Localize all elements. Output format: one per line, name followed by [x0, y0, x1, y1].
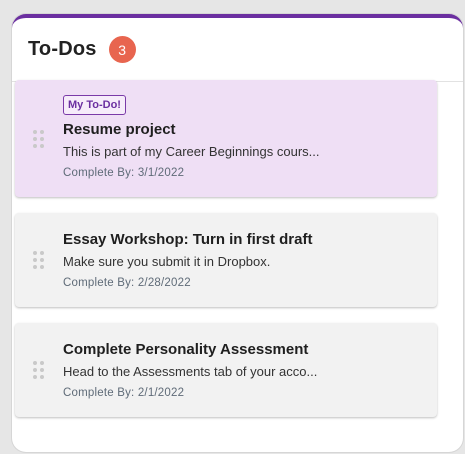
todo-description: Make sure you submit it in Dropbox. [63, 254, 271, 269]
todo-complete-by: Complete By: 3/1/2022 [63, 167, 185, 179]
todo-description: Head to the Assessments tab of your acco… [63, 364, 318, 379]
my-todo-tag: My To-Do! [63, 95, 126, 115]
todo-item[interactable]: Complete Personality Assessment Head to … [15, 323, 437, 417]
todo-list: My To-Do! Resume project This is part of… [15, 80, 437, 417]
drag-handle-icon[interactable] [33, 129, 44, 148]
todo-title: Essay Workshop: Turn in first draft [63, 231, 313, 248]
card-header: To-Dos 3 [12, 18, 463, 82]
todo-description: This is part of my Career Beginnings cou… [63, 144, 320, 159]
todo-complete-by: Complete By: 2/28/2022 [63, 277, 191, 289]
todo-item[interactable]: Essay Workshop: Turn in first draft Make… [15, 213, 437, 307]
todo-title: Resume project [63, 121, 176, 138]
todo-complete-by: Complete By: 2/1/2022 [63, 387, 185, 399]
todo-count-badge: 3 [108, 36, 136, 63]
todo-title: Complete Personality Assessment [63, 341, 309, 358]
card-title: To-Dos [28, 38, 97, 60]
drag-handle-icon[interactable] [33, 251, 44, 269]
drag-handle-icon[interactable] [33, 361, 44, 379]
todo-item[interactable]: My To-Do! Resume project This is part of… [15, 80, 437, 197]
